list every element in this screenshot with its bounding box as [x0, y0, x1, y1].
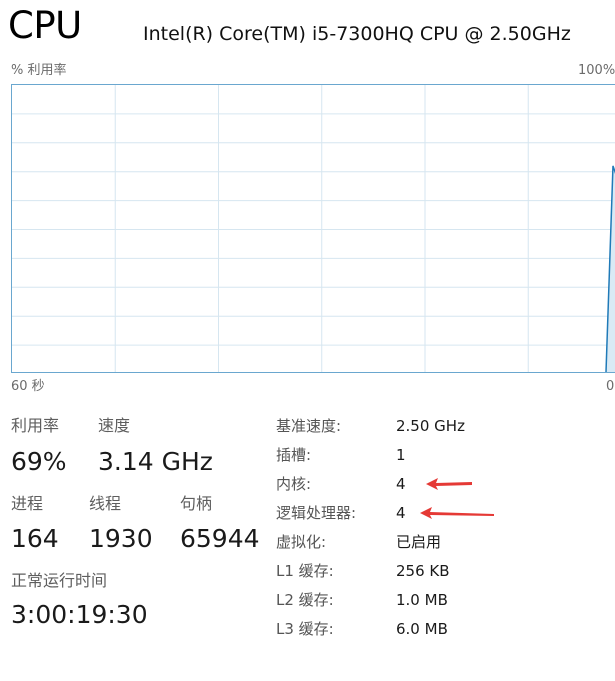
uptime-value: 3:00:19:30: [11, 600, 148, 629]
logical-processors-annotation-arrow-icon: [420, 507, 494, 519]
threads-value: 1930: [89, 524, 153, 553]
utilization-value: 69%: [11, 447, 67, 476]
l2-cache-value: 1.0 MB: [396, 591, 448, 609]
utilization-label: 利用率: [11, 416, 60, 435]
handles-label: 句柄: [180, 494, 213, 513]
logical-processors-value: 4: [396, 504, 406, 522]
virtualization-value: 已启用: [396, 533, 442, 551]
l3-cache-value: 6.0 MB: [396, 620, 448, 638]
sockets-value: 1: [396, 446, 406, 464]
cores-label: 内核:: [276, 475, 312, 493]
handles-value: 65944: [180, 524, 260, 553]
cpu-model-name: Intel(R) Core(TM) i5-7300HQ CPU @ 2.50GH…: [143, 23, 571, 45]
cores-value: 4: [396, 475, 406, 493]
graph-y-axis-label: % 利用率: [11, 63, 67, 78]
cpu-utilization-graph: [11, 84, 615, 373]
sockets-label: 插槽:: [276, 446, 312, 464]
page-title: CPU: [8, 4, 82, 47]
graph-y-max-label: 100%: [578, 63, 615, 78]
uptime-label: 正常运行时间: [11, 571, 108, 590]
graph-x-right-label: 0: [606, 379, 615, 394]
l3-cache-label: L3 缓存:: [276, 620, 334, 638]
processes-label: 进程: [11, 494, 44, 513]
virtualization-label: 虚拟化:: [276, 533, 327, 551]
speed-label: 速度: [98, 416, 131, 435]
graph-x-left-label: 60 秒: [11, 379, 45, 394]
base-speed-value: 2.50 GHz: [396, 417, 465, 435]
l1-cache-value: 256 KB: [396, 562, 450, 580]
l1-cache-label: L1 缓存:: [276, 562, 334, 580]
cores-annotation-arrow-icon: [426, 478, 472, 490]
threads-label: 线程: [89, 494, 122, 513]
logical-processors-label: 逻辑处理器:: [276, 504, 357, 522]
l2-cache-label: L2 缓存:: [276, 591, 334, 609]
speed-value: 3.14 GHz: [98, 447, 213, 476]
base-speed-label: 基准速度:: [276, 417, 342, 435]
processes-value: 164: [11, 524, 59, 553]
cpu-graph-svg: [12, 85, 615, 372]
